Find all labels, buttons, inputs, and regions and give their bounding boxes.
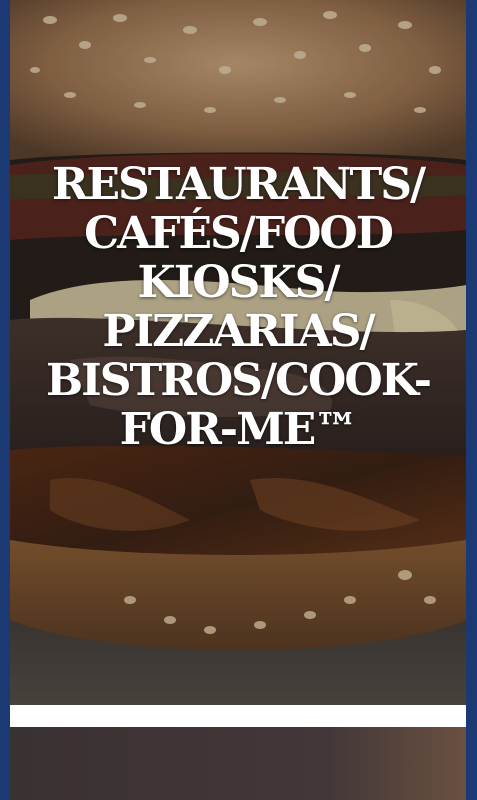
next-card-image [10, 727, 466, 800]
page-frame: RESTAURANTS/ CAFÉS/FOOD KIOSKS/ PIZZARIA… [0, 0, 477, 800]
next-category-card[interactable] [10, 727, 466, 800]
headline-line: RESTAURANTS/ [51, 159, 426, 210]
category-card-restaurants[interactable]: RESTAURANTS/ CAFÉS/FOOD KIOSKS/ PIZZARIA… [10, 0, 466, 705]
headline-line: KIOSKS/ [137, 257, 340, 308]
headline-line: PIZZARIAS/ [102, 306, 375, 357]
headline-line: CAFÉS/FOOD [84, 208, 394, 259]
headline-line: FOR-ME™ [119, 404, 359, 455]
category-headline: RESTAURANTS/ CAFÉS/FOOD KIOSKS/ PIZZARIA… [10, 160, 466, 454]
card-divider [10, 705, 466, 727]
headline-line: BISTROS/COOK- [45, 355, 432, 406]
